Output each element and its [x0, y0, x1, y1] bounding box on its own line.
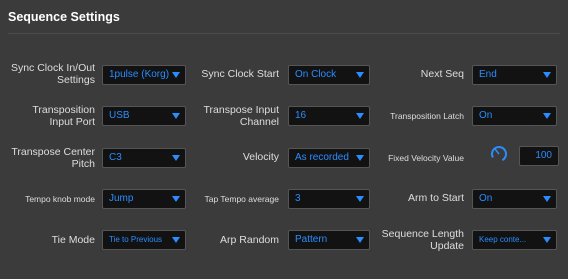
chevron-down-icon: [172, 113, 180, 119]
label-tie-mode: Tie Mode: [51, 234, 95, 246]
label-velocity: Velocity: [242, 151, 279, 163]
dropdown-value: End: [479, 69, 497, 80]
label-transposition-latch: Transposition Latch: [390, 110, 464, 121]
chevron-down-icon: [172, 155, 180, 161]
dropdown-next-seq[interactable]: End: [472, 65, 557, 85]
chevron-down-icon: [543, 113, 551, 119]
chevron-down-icon: [543, 196, 551, 202]
dropdown-arm-to-start[interactable]: On: [472, 189, 557, 209]
dropdown-transpose-input-channel[interactable]: 16: [288, 106, 370, 126]
label-sync-clock-start: Sync Clock Start: [201, 68, 279, 80]
dropdown-value: C3: [109, 152, 122, 163]
label-tempo-knob-mode: Tempo knob mode: [25, 193, 95, 204]
dropdown-transposition-input-port[interactable]: USB: [102, 106, 186, 126]
dropdown-transposition-latch[interactable]: On: [472, 106, 557, 126]
label-transpose-center-pitch: Transpose Center Pitch: [11, 146, 95, 170]
dropdown-value: 1pulse (Korg): [109, 69, 170, 80]
panel-title: Sequence Settings: [8, 10, 120, 24]
label-transpose-input-channel: Transpose Input Channel: [203, 104, 280, 128]
dropdown-value: 16: [295, 110, 307, 121]
label-arm-to-start: Arm to Start: [407, 192, 464, 204]
knob-icon[interactable]: [489, 144, 509, 164]
chevron-down-icon: [356, 196, 364, 202]
chevron-down-icon: [172, 72, 180, 78]
title-divider: [8, 33, 560, 34]
label-arp-random: Arp Random: [220, 234, 279, 246]
fixed-velocity-value-field[interactable]: 100: [519, 146, 559, 166]
dropdown-tap-tempo-average[interactable]: 3: [288, 189, 370, 209]
dropdown-value: On Clock: [295, 69, 337, 80]
chevron-down-icon: [172, 237, 180, 243]
dropdown-value: Tie to Previous: [109, 235, 163, 244]
dropdown-value: As recorded: [295, 152, 349, 163]
label-sequence-length-update: Sequence Length Update: [381, 228, 464, 252]
chevron-down-icon: [172, 196, 180, 202]
chevron-down-icon: [356, 113, 364, 119]
chevron-down-icon: [543, 72, 551, 78]
label-sync-clock-in-out: Sync Clock In/Out Settings: [10, 62, 95, 86]
chevron-down-icon: [356, 237, 364, 243]
dropdown-arp-random[interactable]: Pattern: [288, 230, 370, 250]
chevron-down-icon: [356, 72, 364, 78]
label-tap-tempo-average: Tap Tempo average: [204, 193, 279, 204]
dropdown-value: Jump: [109, 193, 134, 204]
label-transposition-input-port: Transposition Input Port: [32, 104, 95, 128]
chevron-down-icon: [543, 237, 551, 243]
dropdown-tie-mode[interactable]: Tie to Previous: [102, 230, 186, 250]
label-next-seq: Next Seq: [420, 68, 464, 80]
dropdown-value: 3: [295, 193, 301, 204]
dropdown-value: Keep conte...: [479, 235, 527, 244]
dropdown-velocity[interactable]: As recorded: [288, 148, 370, 168]
dropdown-value: On: [479, 110, 493, 121]
label-fixed-velocity-value: Fixed Velocity Value: [388, 152, 464, 163]
dropdown-transpose-center-pitch[interactable]: C3: [102, 148, 186, 168]
chevron-down-icon: [356, 155, 364, 161]
sequence-settings-panel: Sequence Settings Sync Clock In/Out Sett…: [0, 0, 568, 279]
dropdown-sync-clock-start[interactable]: On Clock: [288, 65, 370, 85]
dropdown-sequence-length-update[interactable]: Keep conte...: [472, 230, 557, 250]
dropdown-value: On: [479, 193, 493, 204]
dropdown-value: USB: [109, 110, 130, 121]
dropdown-value: Pattern: [295, 234, 328, 245]
dropdown-sync-clock-in-out[interactable]: 1pulse (Korg): [102, 65, 186, 85]
dropdown-tempo-knob-mode[interactable]: Jump: [102, 189, 186, 209]
